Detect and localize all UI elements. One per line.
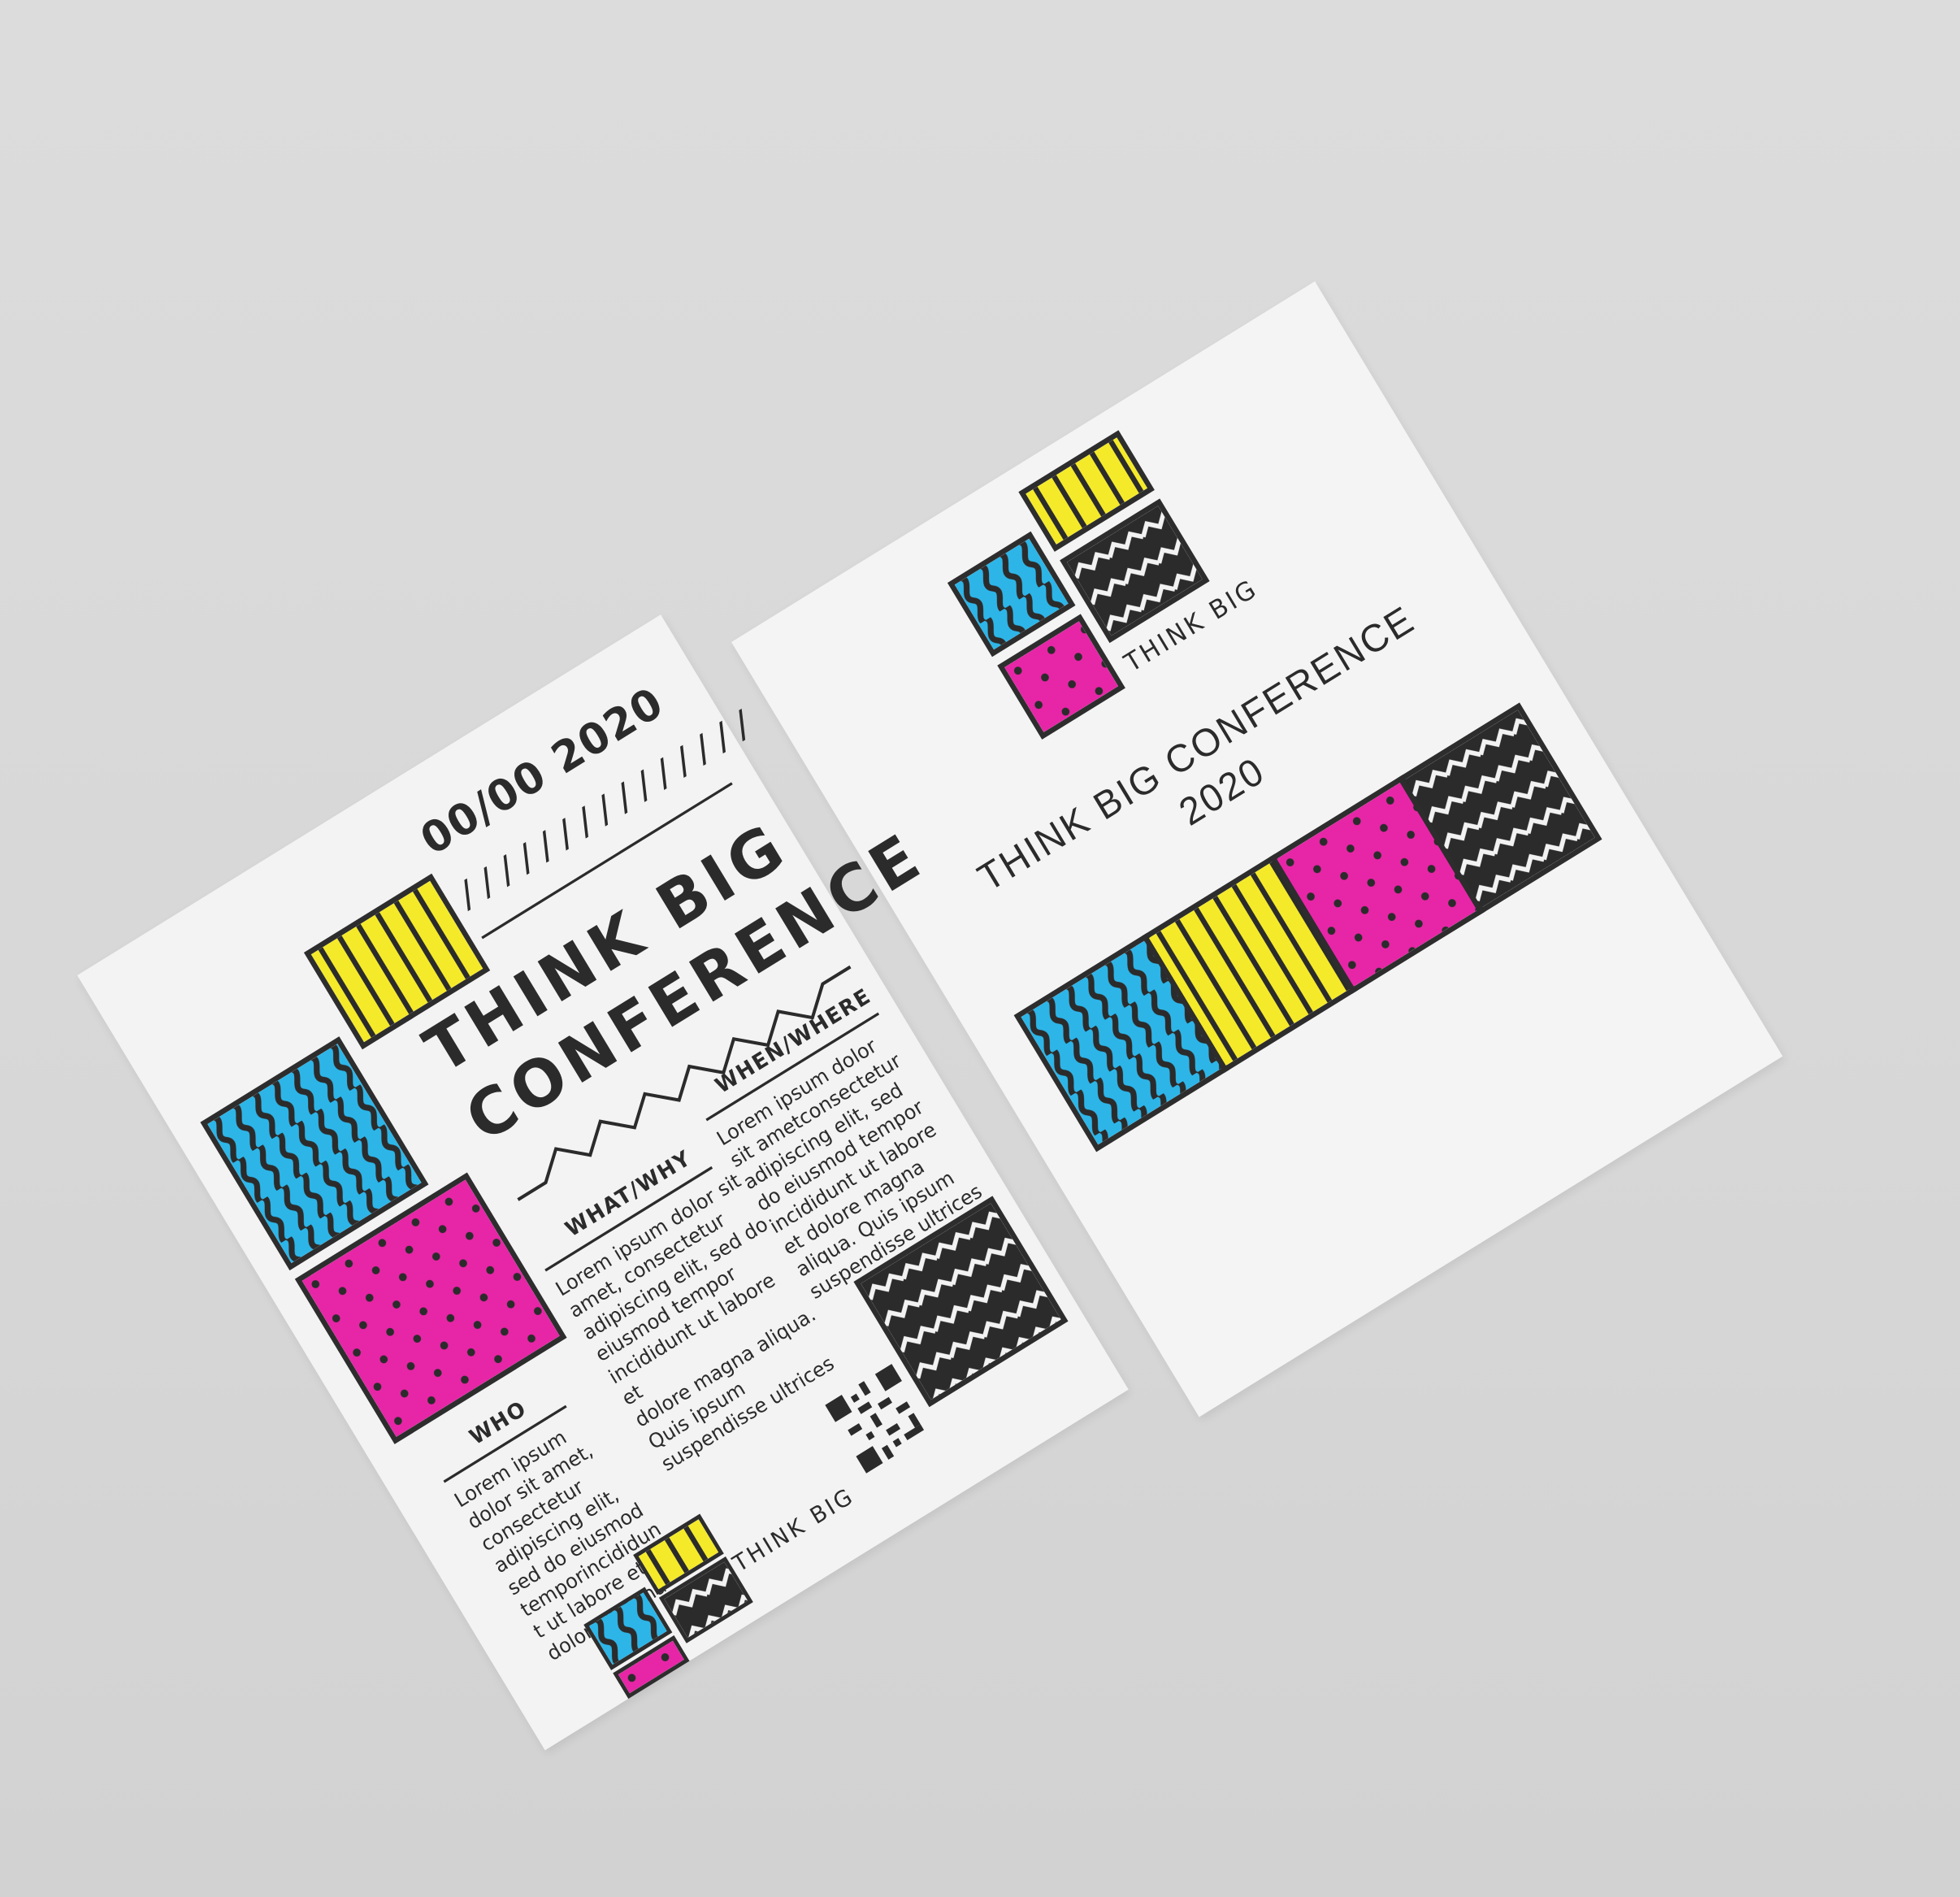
scene: THINK BIG THINK BIG CONFERENCE 2020 00/0… xyxy=(0,0,1960,1897)
who-heading: WHO xyxy=(465,1395,531,1450)
logo-label: THINK BIG xyxy=(728,1482,860,1578)
